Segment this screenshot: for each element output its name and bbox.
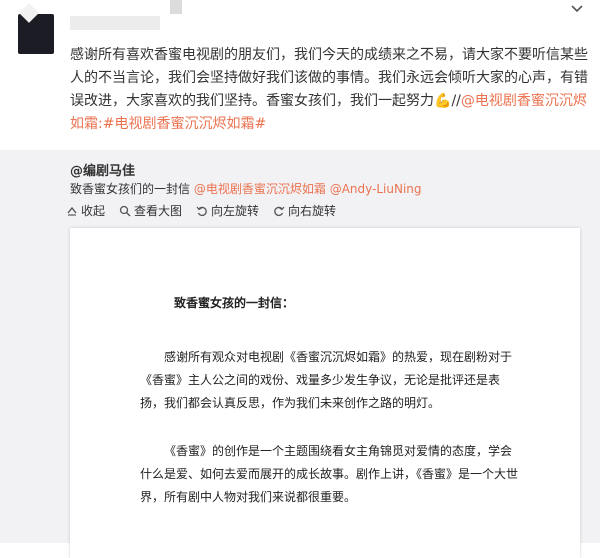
repost-text-prefix: 致香蜜女孩们的一封信 — [70, 182, 191, 196]
original-post: 感谢所有喜欢香蜜电视剧的朋友们，我们今天的成绩来之不易，请大家不要听信某些人的不… — [0, 0, 600, 150]
collapse-button[interactable]: 收起 — [66, 202, 105, 219]
image-actions: 收起 查看大图 向左旋转 向右旋转 — [66, 202, 336, 219]
view-large-label: 查看大图 — [134, 204, 183, 218]
repost-block: @编剧马佳 致香蜜女孩们的一封信 @电视剧香蜜沉沉烬如霜 @Andy-LiuNi… — [0, 150, 600, 558]
blurred-username-part — [170, 0, 182, 14]
flexed-bicep-emoji: 💪 — [434, 93, 452, 109]
letter-image[interactable]: 致香蜜女孩的一封信： 感谢所有观众对电视剧《香蜜沉沉烬如霜》的热爱，现在剧粉对于… — [70, 228, 580, 558]
repost-mention-tv[interactable]: @电视剧香蜜沉沉烬如霜 — [194, 182, 326, 196]
letter-paragraph-2: 《香蜜》的创作是一个主题围绕看女主角锦觅对爱情的态度，学会什么是爱、如何去爱而展… — [140, 444, 519, 504]
rotate-right-icon — [273, 205, 285, 217]
rotate-right-button[interactable]: 向右旋转 — [273, 202, 336, 219]
view-large-button[interactable]: 查看大图 — [119, 202, 182, 219]
post-text: 感谢所有喜欢香蜜电视剧的朋友们，我们今天的成绩来之不易，请大家不要听信某些人的不… — [70, 44, 590, 136]
rotate-right-label: 向右旋转 — [288, 204, 337, 218]
blurred-username — [70, 16, 160, 30]
avatar[interactable] — [18, 3, 54, 54]
rotate-left-icon — [196, 205, 208, 217]
repost-separator: // — [451, 93, 461, 109]
repost-author[interactable]: @编剧马佳 — [70, 160, 135, 179]
rotate-left-button[interactable]: 向左旋转 — [196, 202, 259, 219]
rotate-left-label: 向左旋转 — [211, 204, 260, 218]
repost-text: 致香蜜女孩们的一封信 @电视剧香蜜沉沉烬如霜 @Andy-LiuNing — [70, 180, 422, 197]
collapse-label: 收起 — [81, 204, 106, 218]
collapse-icon — [66, 205, 78, 217]
chevron-down-icon[interactable] — [570, 2, 584, 18]
letter-paragraph-1: 感谢所有观众对电视剧《香蜜沉沉烬如霜》的热爱，现在剧粉对于《香蜜》主人公之间的戏… — [140, 350, 513, 410]
letter-title: 致香蜜女孩的一封信： — [174, 296, 295, 310]
repost-mention-andy[interactable]: @Andy-LiuNing — [330, 182, 422, 196]
magnifier-icon — [119, 205, 131, 217]
avatar-mark — [19, 3, 39, 23]
hashtag-link[interactable]: :#电视剧香蜜沉沉烬如霜# — [98, 116, 266, 132]
